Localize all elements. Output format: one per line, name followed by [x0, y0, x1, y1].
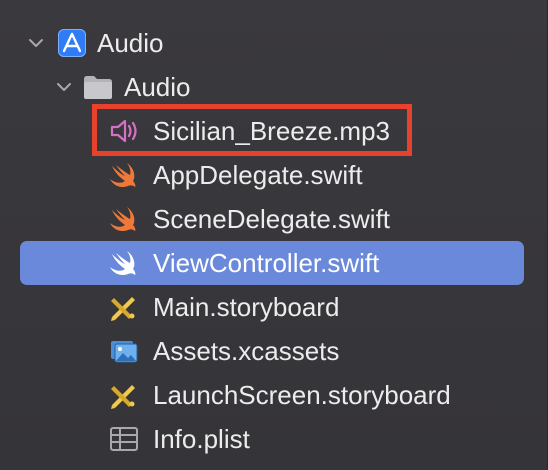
file-name: Assets.xcassets	[153, 336, 340, 366]
folder-icon	[84, 76, 112, 99]
file-row-appdelegate[interactable]: AppDelegate.swift	[0, 153, 548, 197]
file-name: Info.plist	[153, 424, 250, 454]
file-row-assets[interactable]: Assets.xcassets	[0, 329, 548, 373]
swift-icon	[110, 251, 136, 276]
chevron-down-icon[interactable]	[56, 79, 72, 95]
file-name: AppDelegate.swift	[153, 160, 363, 190]
group-row-audio[interactable]: Audio	[0, 65, 548, 109]
file-name: Main.storyboard	[153, 292, 340, 322]
storyboard-icon	[111, 297, 135, 321]
file-row-info-plist[interactable]: Info.plist	[0, 417, 548, 461]
project-name: Audio	[97, 28, 164, 58]
file-row-main-storyboard[interactable]: Main.storyboard	[0, 285, 548, 329]
chevron-down-icon[interactable]	[28, 35, 44, 51]
storyboard-icon	[111, 385, 135, 409]
highlight-annotation	[92, 104, 412, 156]
file-row-launchscreen[interactable]: LaunchScreen.storyboard	[0, 373, 548, 417]
file-name: ViewController.swift	[153, 248, 380, 278]
file-name: SceneDelegate.swift	[153, 204, 391, 234]
asset-catalog-icon	[111, 341, 138, 363]
swift-icon	[110, 163, 136, 188]
xcode-project-icon	[58, 29, 86, 57]
swift-icon	[110, 207, 136, 232]
file-row-viewcontroller[interactable]: ViewController.swift	[0, 241, 548, 285]
project-row-audio[interactable]: Audio	[0, 21, 548, 65]
file-row-scenedelegate[interactable]: SceneDelegate.swift	[0, 197, 548, 241]
file-name: LaunchScreen.storyboard	[153, 380, 451, 410]
group-name: Audio	[124, 72, 191, 102]
plist-icon	[110, 427, 138, 451]
